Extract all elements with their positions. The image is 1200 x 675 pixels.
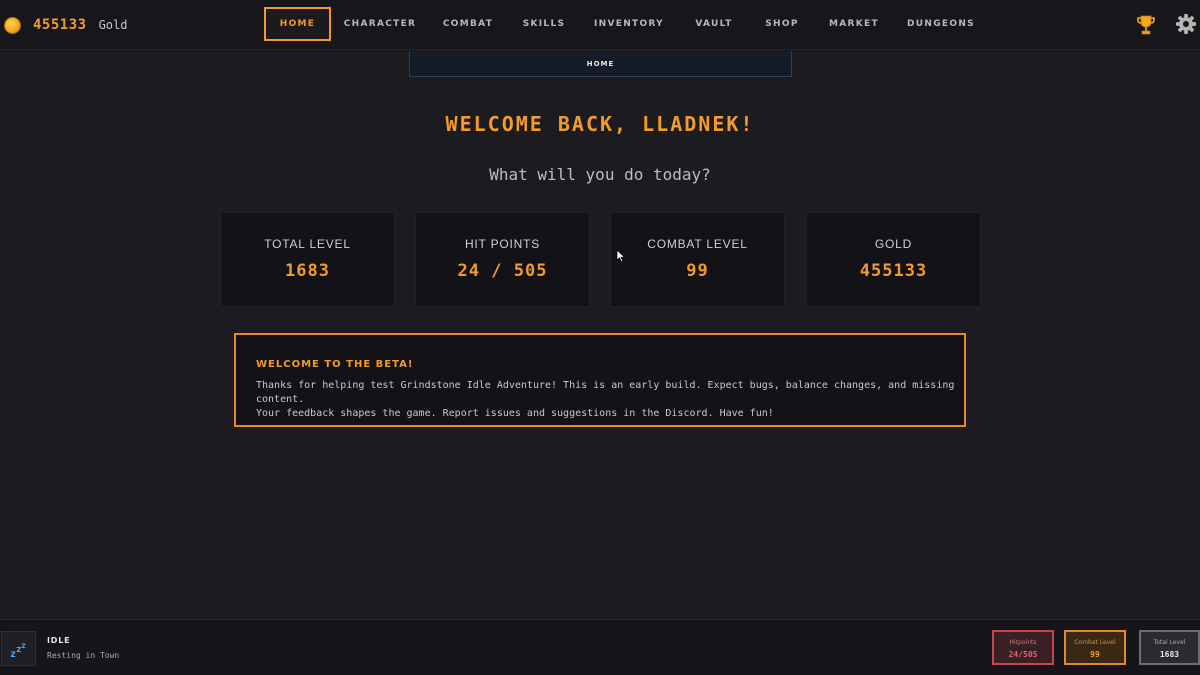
mini-stat-hitpoints[interactable]: Hitpoints 24/505 (992, 630, 1054, 665)
gold-unit-label: Gold (98, 18, 128, 32)
mini-stat-total-level[interactable]: Total Level 1683 (1139, 630, 1200, 665)
mini-stat-combat-level[interactable]: Combat Level 99 (1064, 630, 1126, 665)
beta-title: WELCOME TO THE BETA! (256, 359, 414, 370)
mini-stat-label: Total Level (1153, 639, 1186, 646)
breadcrumb: HOME (409, 51, 792, 77)
activity-subtitle: Resting in Town (47, 651, 120, 660)
nav-shop[interactable]: SHOP (760, 7, 804, 41)
stat-value: 455133 (859, 261, 928, 281)
mini-stat-label: Combat Level (1074, 639, 1116, 646)
mini-stat-label: Hitpoints (1009, 639, 1037, 646)
mini-stat-value: 24/505 (1008, 650, 1038, 659)
gear-icon[interactable] (1175, 13, 1197, 35)
gold-display: 455133 Gold (4, 14, 127, 36)
stat-card-combat-level: COMBAT LEVEL 99 (610, 212, 785, 307)
nav-character[interactable]: CHARACTER (342, 7, 418, 41)
sleep-zzz-icon: zzz (1, 631, 36, 666)
stat-card-gold: GOLD 455133 (806, 212, 981, 307)
stat-value: 24 / 505 (457, 261, 548, 281)
beta-notice: WELCOME TO THE BETA! Thanks for helping … (234, 333, 966, 427)
stat-value: 1683 (285, 261, 330, 281)
mouse-cursor-icon (616, 249, 626, 263)
nav-dungeons[interactable]: DUNGEONS (904, 7, 978, 41)
gold-coin-icon (4, 16, 21, 34)
top-bar: 455133 Gold HOME CHARACTER COMBAT SKILLS… (0, 0, 1200, 50)
stat-card-hit-points: HIT POINTS 24 / 505 (415, 212, 590, 307)
stat-label: GOLD (874, 237, 913, 251)
gold-amount: 455133 (33, 17, 87, 33)
page-subtitle: What will you do today? (489, 165, 711, 184)
stat-value: 99 (686, 261, 709, 281)
activity-title: IDLE (47, 636, 71, 645)
stat-label: COMBAT LEVEL (647, 237, 748, 251)
nav-combat[interactable]: COMBAT (436, 7, 500, 41)
beta-line-2: Your feedback shapes the game. Report is… (256, 408, 774, 419)
nav-inventory[interactable]: INVENTORY (590, 7, 668, 41)
mini-stat-value: 1683 (1159, 650, 1180, 659)
trophy-icon[interactable] (1137, 15, 1155, 35)
status-footer: zzz IDLE Resting in Town Hitpoints 24/50… (0, 619, 1200, 675)
beta-message: Thanks for helping test Grindstone Idle … (256, 379, 956, 421)
nav-skills[interactable]: SKILLS (518, 7, 570, 41)
stat-card-total-level: TOTAL LEVEL 1683 (220, 212, 395, 307)
nav-vault[interactable]: VAULT (690, 7, 738, 41)
nav-home[interactable]: HOME (264, 7, 331, 41)
beta-line-1: Thanks for helping test Grindstone Idle … (256, 380, 955, 405)
mini-stat-value: 99 (1090, 650, 1100, 659)
nav-market[interactable]: MARKET (824, 7, 884, 41)
page-title: WELCOME BACK, LLADNEK! (445, 112, 755, 136)
stat-label: HIT POINTS (464, 237, 541, 251)
stat-label: TOTAL LEVEL (264, 237, 351, 251)
